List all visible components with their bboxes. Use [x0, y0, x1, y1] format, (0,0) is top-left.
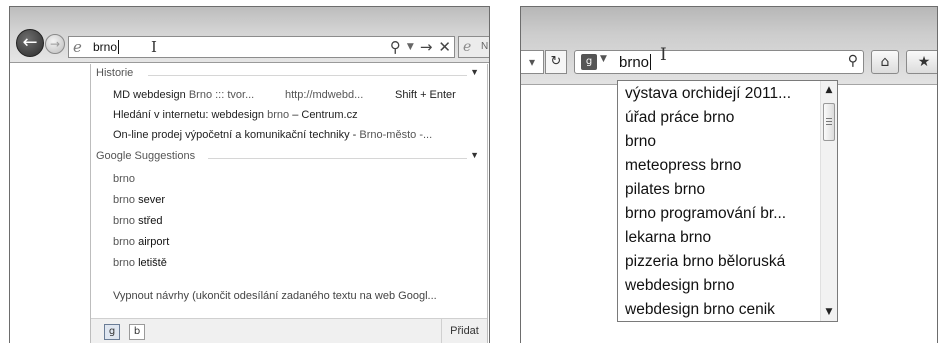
suggestion-item[interactable]: brno: [113, 173, 135, 185]
suggestion-item[interactable]: pizzeria brno běloruská: [625, 253, 785, 271]
scrollbar[interactable]: ▲ ▼: [820, 81, 837, 321]
scroll-down-icon[interactable]: ▼: [821, 307, 837, 317]
suggestion-item[interactable]: webdesign brno cenik: [625, 301, 775, 319]
suggestion-prefix: brno: [113, 257, 139, 269]
suggestion-item[interactable]: brno střed: [113, 215, 163, 227]
suggestion-item[interactable]: úřad práce brno: [625, 109, 734, 127]
history-title-dim: brno: [267, 109, 290, 121]
suggestion-item[interactable]: webdesign brno: [625, 277, 734, 295]
stop-icon[interactable]: ✕: [438, 37, 451, 57]
address-dropdown: Historie ▼ MD webdesign Brno ::: tvor...…: [90, 64, 488, 343]
google-engine-icon[interactable]: g: [581, 54, 597, 70]
text-caret: [118, 40, 120, 54]
suggestion-suffix: střed: [138, 215, 163, 227]
suggestion-prefix: brno: [113, 215, 139, 227]
address-tools: ⚲ ▼ → ✕: [390, 37, 451, 57]
ie-logo-icon: e: [463, 39, 472, 55]
suggestion-item[interactable]: brno sever: [113, 194, 165, 206]
google-provider-icon[interactable]: g: [104, 324, 120, 340]
history-section-header[interactable]: Historie ▼: [96, 67, 481, 83]
history-item[interactable]: MD webdesign Brno ::: tvor...: [113, 89, 254, 101]
firefox-toolbar: ▾ ↻ g ▼ brno I ⚲ ⌂ ★: [521, 7, 937, 85]
back-button[interactable]: ←: [16, 29, 44, 57]
search-input[interactable]: brno: [619, 54, 652, 71]
suggestion-item[interactable]: brno airport: [113, 236, 169, 248]
section-divider: [148, 75, 467, 76]
bing-provider-icon[interactable]: b: [129, 324, 145, 340]
bookmarks-icon: ★: [917, 54, 931, 70]
ie-toolbar: ← → e brno I ⚲ ▼ → ✕ e N: [10, 7, 489, 63]
section-divider: [208, 158, 467, 159]
suggestion-prefix: brno: [113, 173, 136, 185]
url-history-dropdown-icon[interactable]: ▾: [521, 50, 544, 74]
engine-dropdown-icon[interactable]: ▼: [600, 54, 607, 64]
tab-label: N: [481, 41, 489, 52]
home-button[interactable]: ⌂: [871, 50, 899, 74]
scroll-up-icon[interactable]: ▲: [821, 85, 837, 95]
text-caret: [650, 54, 652, 70]
history-item[interactable]: On-line prodej výpočetní a komunikační t…: [113, 129, 432, 141]
search-suggestions-dropdown: výstava orchidejí 2011... úřad práce brn…: [617, 80, 838, 322]
ie-window: ← → e brno I ⚲ ▼ → ✕ e N Historie ▼ MD w…: [9, 6, 490, 343]
search-bar[interactable]: g ▼ brno I ⚲: [574, 45, 864, 74]
suggestion-suffix: airport: [138, 236, 170, 248]
search-icon[interactable]: ⚲: [848, 53, 858, 69]
search-icon[interactable]: ⚲: [390, 37, 401, 57]
history-title-dim: Brno-město -...: [359, 129, 433, 141]
ibeam-cursor-icon: I: [151, 38, 157, 56]
address-bar[interactable]: e brno I ⚲ ▼ → ✕: [68, 36, 455, 58]
forward-button[interactable]: →: [45, 34, 65, 54]
suggestion-item[interactable]: brno programování br...: [625, 205, 786, 223]
ibeam-cursor-icon: I: [660, 45, 667, 65]
suggestion-suffix: letiště: [138, 257, 167, 269]
history-item[interactable]: Hledání v internetu: webdesign brno – Ce…: [113, 109, 358, 121]
suggestions-section-header[interactable]: Google Suggestions ▼: [96, 150, 481, 166]
shortcut-hint: Shift + Enter: [395, 89, 456, 101]
suggestion-prefix: brno: [113, 194, 139, 206]
suggestions-label: Google Suggestions: [96, 150, 196, 162]
address-text: brno: [93, 40, 118, 54]
suggestion-item[interactable]: brno: [625, 133, 656, 151]
search-provider-bar: g b Přidat: [91, 318, 487, 343]
suggestion-item[interactable]: brno letiště: [113, 257, 167, 269]
history-title: On-line prodej výpočetní a komunikační t…: [113, 129, 360, 141]
history-title: Hledání v internetu: webdesign: [113, 109, 268, 121]
suggestion-item[interactable]: lekarna brno: [625, 229, 711, 247]
bookmarks-button[interactable]: ★: [906, 50, 937, 74]
suggestion-item[interactable]: pilates brno: [625, 181, 705, 199]
chevron-down-icon[interactable]: ▼: [470, 67, 479, 77]
suggestion-suffix: sever: [138, 194, 165, 206]
chevron-down-icon[interactable]: ▼: [470, 150, 479, 160]
history-title-dim: Brno ::: tvor...: [188, 89, 255, 101]
go-arrow-icon[interactable]: →: [420, 37, 433, 57]
dropdown-arrow-icon[interactable]: ▼: [407, 37, 414, 57]
home-icon: ⌂: [880, 54, 890, 70]
search-text: brno: [619, 54, 650, 71]
add-provider-button[interactable]: Přidat: [441, 319, 487, 343]
ie-logo-icon: e: [73, 38, 82, 56]
address-input[interactable]: brno: [93, 40, 120, 54]
scrollbar-thumb[interactable]: [823, 103, 835, 141]
reload-icon[interactable]: ↻: [545, 50, 567, 74]
history-url: http://mdwebd...: [285, 89, 364, 101]
suggestion-item[interactable]: meteopress brno: [625, 157, 741, 175]
suggestion-item[interactable]: výstava orchidejí 2011...: [625, 85, 791, 103]
history-title: MD webdesign: [113, 89, 189, 101]
firefox-window: ▾ ↻ g ▼ brno I ⚲ ⌂ ★ výstava orchidejí 2…: [520, 6, 938, 343]
history-label: Historie: [96, 67, 134, 79]
browser-tab[interactable]: e N: [458, 36, 489, 58]
suggestion-prefix: brno: [113, 236, 139, 248]
disable-suggestions-link[interactable]: Vypnout návrhy (ukončit odesílání zadané…: [113, 290, 437, 302]
history-title-rest: – Centrum.cz: [289, 109, 358, 121]
